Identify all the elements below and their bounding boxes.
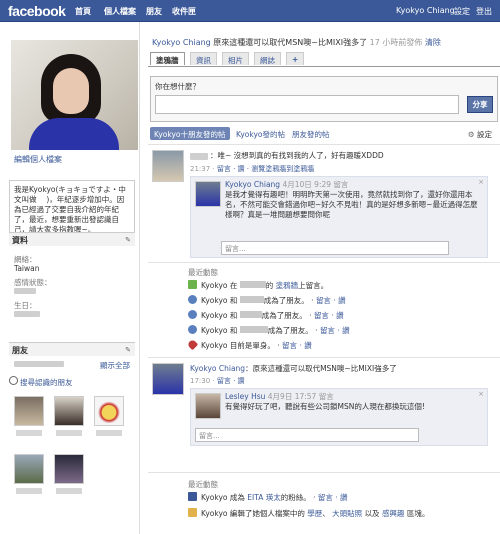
- friends-count-blurred: [14, 361, 64, 367]
- friend-name-blurred: [96, 430, 122, 436]
- divider: [148, 262, 500, 263]
- friend-thumbnail[interactable]: [54, 454, 84, 484]
- composer-label: 你在想什麼？: [155, 82, 200, 91]
- relationship-value-blurred: [14, 288, 36, 294]
- friends-section-header: 朋友 ✎: [9, 342, 135, 356]
- pencil-icon: [188, 508, 197, 517]
- avatar[interactable]: [152, 150, 184, 182]
- birthday-label: 生日：: [14, 301, 37, 310]
- comment-thread: Kyokyo Chiang 4月10日 9:29 留言 是我才覺得有趣吧！明明昨…: [190, 176, 488, 258]
- tab-photos[interactable]: 相片: [222, 52, 249, 65]
- filter-settings-link[interactable]: ⚙ 設定: [468, 129, 492, 140]
- avatar[interactable]: [152, 363, 184, 395]
- top-navigation-bar: facebook 首頁 個人檔案 朋友 收件匣 Kyokyo Chiang 設定…: [0, 0, 500, 22]
- comment-text: Kyokyo Chiang 4月10日 9:29 留言 是我才覺得有趣吧！明明昨…: [225, 180, 478, 219]
- divider: [148, 472, 500, 473]
- post-text: Kyokyo Chiang：原來這種還可以取代MSN噢~比MIXI強多了: [190, 364, 397, 373]
- friends-show-all-link[interactable]: 顯示全部: [100, 360, 130, 371]
- filter-kyokyo[interactable]: Kyokyo發的帖: [232, 127, 289, 140]
- friends-icon: [188, 295, 197, 304]
- divider: [148, 144, 500, 145]
- comment-input[interactable]: 留言...: [195, 428, 419, 442]
- nav-profile[interactable]: 個人檔案: [104, 6, 136, 17]
- filter-kyokyo-and-friends[interactable]: Kyokyo十朋友發的帖: [150, 127, 230, 140]
- nav-logout[interactable]: 登出: [476, 6, 492, 17]
- edit-profile-link[interactable]: 編輯個人檔案: [14, 154, 62, 165]
- current-status: Kyokyo Chiang 原來這種還可以取代MSN噢~比MIXI強多了 17 …: [152, 37, 497, 48]
- activity-row: Kyokyo 目前是單身。 · 留言 · 讚: [186, 338, 312, 352]
- activity-row: Kyokyo 在 的 塗鴉牆上留言。: [188, 280, 328, 292]
- search-icon: [9, 376, 18, 385]
- comment-thread: Lesley Hsu 4月9日 17:57 留言 有覺得好玩了吧，聽說有些公司鎖…: [190, 388, 488, 446]
- composer-input[interactable]: [155, 95, 459, 114]
- friend-name-blurred: [16, 430, 42, 436]
- tab-notes[interactable]: 網誌: [254, 52, 281, 65]
- status-time: 17 小時前發佈: [369, 38, 423, 47]
- network-value: Taiwan: [14, 264, 40, 273]
- friends-section-title: 朋友: [12, 346, 28, 355]
- nav-user-name[interactable]: Kyokyo Chiang: [396, 6, 455, 15]
- friend-name-blurred: [56, 430, 82, 436]
- facebook-logo[interactable]: facebook: [8, 3, 66, 19]
- post-meta: 21:37 · 留言 · 讚 · 瀏覽塗鴉牆到塗鴉牆: [190, 165, 315, 173]
- nav-settings[interactable]: 設定: [454, 6, 470, 17]
- share-button[interactable]: 分享: [467, 96, 493, 113]
- birthday-value-blurred: [14, 311, 40, 317]
- friends-icon: [188, 325, 197, 334]
- friend-thumbnail[interactable]: [14, 396, 44, 426]
- info-section-header: 資料 ✎: [9, 232, 135, 246]
- activity-row: Kyokyo 和 成為了朋友。 · 留言 · 讚: [188, 295, 346, 307]
- close-icon[interactable]: ×: [478, 178, 484, 186]
- friend-name-blurred: [56, 488, 82, 494]
- nav-home[interactable]: 首頁: [75, 6, 91, 17]
- post-meta: 17:30 · 留言 · 讚: [190, 377, 245, 385]
- poster-name-blurred: [190, 153, 208, 160]
- info-section-title: 資料: [12, 236, 28, 245]
- comment-input[interactable]: 留言...: [221, 241, 449, 255]
- tab-info[interactable]: 資訊: [190, 52, 217, 65]
- nav-inbox[interactable]: 收件匣: [172, 6, 196, 17]
- friend-thumbnail[interactable]: [14, 454, 44, 484]
- main-content: Kyokyo Chiang 原來這種還可以取代MSN噢~比MIXI強多了 17 …: [148, 22, 500, 534]
- activity-row: Kyokyo 編輯了她個人檔案中的 學歷、 大頭貼照 以及 感興趣 區塊。: [188, 508, 450, 530]
- nav-friends[interactable]: 朋友: [146, 6, 162, 17]
- filter-friends[interactable]: 朋友發的帖: [288, 127, 334, 140]
- bio-box: 我是Kyokyo(キョキョですよ・中文叫做 )，年紀逐步增加中。因為已經過了交要…: [9, 180, 135, 238]
- recent-activity-title: 最近動態: [188, 480, 218, 489]
- wall-filters: Kyokyo十朋友發的帖 Kyokyo發的帖 朋友發的帖 ⚙ 設定: [150, 127, 498, 141]
- activity-row: Kyokyo 和 成為了朋友。 · 留言 · 讚: [188, 310, 344, 322]
- activity-row: Kyokyo 成為 EITA 瑛太的粉絲。 · 留言 · 讚: [188, 492, 348, 504]
- pencil-icon[interactable]: ✎: [125, 346, 131, 354]
- gear-icon: ⚙: [467, 130, 475, 139]
- post-text: ：唯~ 沒想到真的有找到我的人了，好有趣暖XDDD: [210, 151, 384, 160]
- activity-row: Kyokyo 和 成為了朋友。 · 留言 · 讚: [188, 325, 350, 337]
- friends-icon: [188, 310, 197, 319]
- divider: [148, 357, 500, 358]
- tab-add[interactable]: +: [286, 52, 305, 65]
- friend-thumbnail[interactable]: [94, 396, 124, 426]
- wall-icon: [188, 280, 197, 289]
- status-composer: 你在想什麼？ 分享: [150, 76, 498, 122]
- heart-icon: [186, 338, 199, 351]
- pencil-icon[interactable]: ✎: [125, 236, 131, 244]
- friend-name-blurred: [16, 488, 42, 494]
- friends-search-link[interactable]: 搜尋認識的朋友: [20, 377, 73, 388]
- relationship-label: 感情狀態：: [14, 278, 52, 287]
- status-clear-link[interactable]: 清除: [425, 38, 441, 47]
- profile-picture[interactable]: [11, 40, 138, 150]
- friend-thumbnail[interactable]: [54, 396, 84, 426]
- comment-text: Lesley Hsu 4月9日 17:57 留言 有覺得好玩了吧，聽說有些公司鎖…: [225, 392, 425, 411]
- recent-activity-title: 最近動態: [188, 268, 218, 277]
- status-text: 原來這種還可以取代MSN噢~比MIXI強多了: [213, 38, 368, 47]
- close-icon[interactable]: ×: [478, 390, 484, 398]
- avatar[interactable]: [195, 393, 221, 419]
- status-name[interactable]: Kyokyo Chiang: [152, 38, 211, 47]
- left-sidebar: 編輯個人檔案 我是Kyokyo(キョキョですよ・中文叫做 )，年紀逐步增加中。因…: [0, 22, 140, 534]
- fan-icon: [188, 492, 197, 501]
- tab-divider: [148, 66, 500, 67]
- tab-wall[interactable]: 塗鴉牆: [150, 52, 185, 65]
- avatar[interactable]: [195, 181, 221, 207]
